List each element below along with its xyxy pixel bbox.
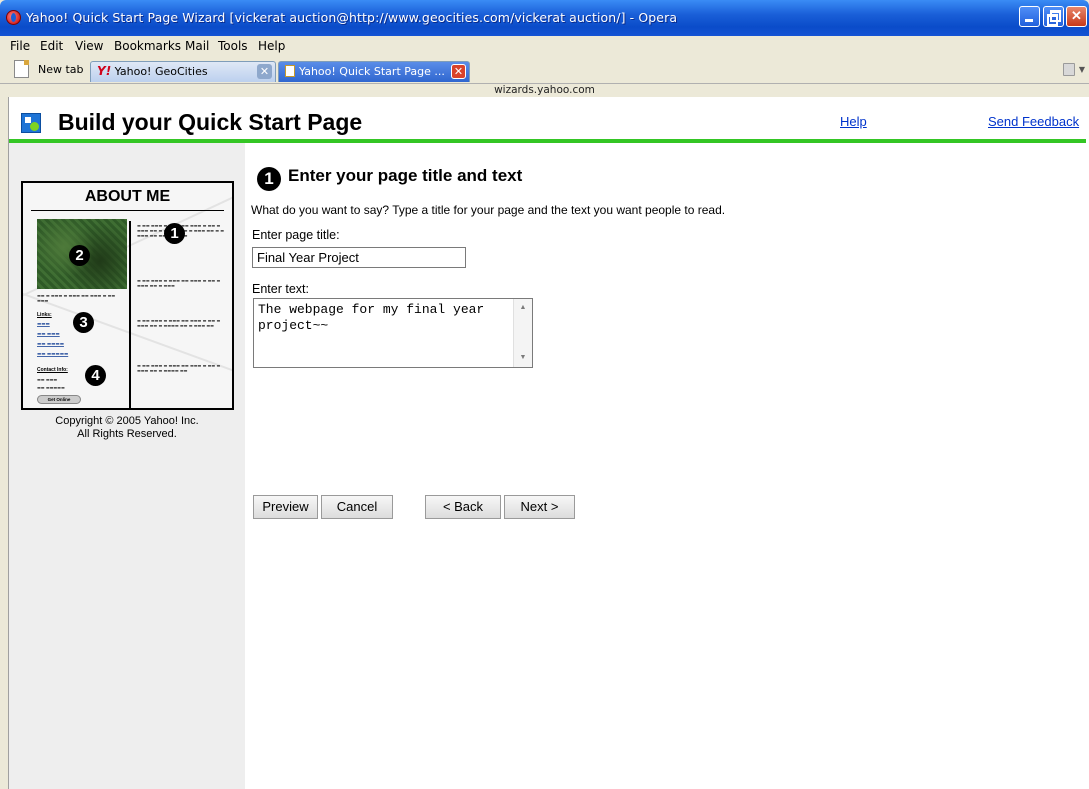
preview-divider (31, 210, 224, 211)
step-number-badge: 1 (257, 167, 281, 191)
preview-badge-4: 4 (85, 365, 106, 386)
preview-link: ▬▬ ▬▬▬ (37, 332, 60, 337)
preview-link: ▬▬ ▬▬▬▬ (37, 342, 64, 347)
text-label: Enter text: (252, 282, 309, 296)
preview-link: ▬▬▬ (37, 322, 50, 327)
tab-close-icon[interactable]: ✕ (451, 64, 466, 79)
send-feedback-link[interactable]: Send Feedback (988, 114, 1079, 129)
textarea-scrollbar[interactable]: ▲ ▼ (513, 299, 532, 367)
copyright-line-1: Copyright © 2005 Yahoo! Inc. (55, 415, 199, 427)
preview-column-divider (129, 221, 131, 408)
menu-view[interactable]: View (75, 39, 103, 53)
new-tab-label: New tab (38, 63, 84, 76)
page-title-input[interactable] (252, 247, 466, 268)
help-link[interactable]: Help (840, 114, 867, 129)
preview-link: ▬▬ ▬▬▬▬▬ (37, 352, 69, 357)
menu-file[interactable]: File (10, 39, 30, 53)
tab-geocities-label: Yahoo! GeoCities (114, 65, 208, 78)
sidebar: ABOUT ME ▬ ▬▬ ▬▬▬ ▬ ▬▬ ▬ ▬▬ ▬ ▬▬ ▬ ▬▬ ▬ ▬▬… (9, 143, 245, 789)
preview-text-block: ▬ ▬▬ ▬▬▬ ▬ ▬▬▬ ▬▬ ▬▬▬ ▬ ▬▬ ▬ ▬▬▬ ▬▬ ▬ ▬▬… (137, 363, 221, 373)
tab-bar: New tab Y! Yahoo! GeoCities ✕ Yahoo! Qui… (0, 57, 1089, 83)
preview-button[interactable]: Preview (253, 495, 318, 519)
tab-close-icon[interactable]: ✕ (257, 64, 272, 79)
step-heading: Enter your page title and text (288, 166, 523, 185)
page-text-field[interactable]: The webpage for my final year project~~ … (253, 298, 533, 368)
window-title: Yahoo! Quick Start Page Wizard [vickerat… (26, 10, 678, 25)
preview-text-block: ▬ ▬▬ ▬▬▬ ▬ ▬▬▬ ▬▬ ▬▬▬ ▬ ▬▬ ▬ ▬▬▬ ▬▬ ▬ ▬▬… (137, 318, 221, 328)
chevron-down-icon[interactable]: ▼ (1079, 65, 1085, 74)
layout-preview: ABOUT ME ▬ ▬▬ ▬▬▬ ▬ ▬▬ ▬ ▬▬ ▬ ▬▬ ▬ ▬▬ ▬ ▬▬… (21, 181, 234, 410)
preview-title: ABOUT ME (84, 188, 171, 205)
restore-icon[interactable] (1043, 6, 1064, 27)
step-instructions: What do you want to say? Type a title fo… (251, 203, 726, 217)
address-display[interactable]: wizards.yahoo.com (0, 83, 1089, 97)
preview-links-heading: Links: (37, 312, 52, 318)
preview-contact-heading: Contact Info: (37, 367, 68, 373)
tab-quick-start-label: Yahoo! Quick Start Page ... (299, 65, 445, 78)
wizard-logo-icon (21, 113, 41, 133)
new-page-icon (14, 60, 29, 78)
close-icon[interactable]: ✕ (1066, 6, 1087, 27)
menu-help[interactable]: Help (258, 39, 285, 53)
page-title-label: Enter page title: (252, 228, 340, 242)
yahoo-favicon-icon: Y! (97, 64, 112, 78)
preview-get-online-badge: Get Online (37, 395, 81, 404)
back-button[interactable]: < Back (425, 495, 501, 519)
tab-quick-start[interactable]: Yahoo! Quick Start Page ... ✕ (278, 61, 470, 82)
scroll-up-icon[interactable]: ▲ (514, 301, 532, 315)
copyright-line-2: All Rights Reserved. (77, 428, 177, 440)
tab-geocities[interactable]: Y! Yahoo! GeoCities ✕ (90, 61, 276, 82)
preview-badge-3: 3 (73, 312, 94, 333)
menu-mail[interactable]: Mail (185, 39, 209, 53)
page-content: Build your Quick Start Page Help Send Fe… (8, 97, 1089, 789)
preview-text-block: ▬ ▬▬ ▬▬▬ ▬ ▬▬▬ ▬▬ ▬▬▬ ▬ ▬▬ ▬ ▬▬▬ ▬▬ ▬ ▬▬… (137, 278, 221, 288)
menu-edit[interactable]: Edit (40, 39, 63, 53)
preview-badge-1: 1 (164, 223, 185, 244)
page-title: Build your Quick Start Page (58, 109, 363, 135)
cancel-button[interactable]: Cancel (321, 495, 393, 519)
menu-bar: File Edit View Bookmarks Mail Tools Help (0, 36, 1089, 57)
scroll-down-icon[interactable]: ▼ (514, 351, 532, 365)
preview-badge-2: 2 (69, 245, 90, 266)
trash-icon[interactable] (1063, 63, 1075, 76)
next-button[interactable]: Next > (504, 495, 575, 519)
copyright: Copyright © 2005 Yahoo! Inc. All Rights … (9, 415, 245, 441)
menu-tools[interactable]: Tools (218, 39, 248, 53)
document-favicon-icon (285, 65, 295, 77)
menu-bookmarks[interactable]: Bookmarks (114, 39, 181, 53)
page-text-input[interactable]: The webpage for my final year project~~ (254, 299, 512, 367)
window-titlebar[interactable]: Yahoo! Quick Start Page Wizard [vickerat… (0, 0, 1089, 36)
minimize-icon[interactable] (1019, 6, 1040, 27)
preview-contact-text: ▬▬ ▬▬▬▬▬ (37, 385, 65, 390)
opera-logo-icon (6, 10, 21, 25)
preview-caption: ▬▬ ▬ ▬▬▬ ▬ ▬▬▬ ▬▬ ▬▬▬ ▬ ▬▬ ▬▬▬ (37, 293, 116, 303)
